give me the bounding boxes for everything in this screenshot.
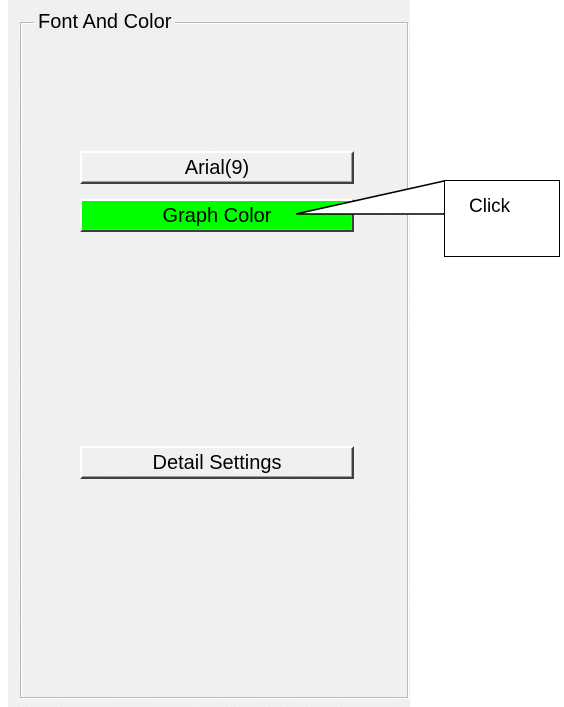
font-button[interactable]: Arial(9) (80, 151, 354, 184)
callout-label: Click (469, 196, 511, 217)
graph-color-button[interactable]: Graph Color (80, 199, 354, 232)
click-callout: Click (444, 180, 560, 257)
groupbox-title: Font And Color (34, 10, 176, 34)
detail-settings-button[interactable]: Detail Settings (80, 446, 354, 479)
font-and-color-groupbox (20, 22, 408, 698)
